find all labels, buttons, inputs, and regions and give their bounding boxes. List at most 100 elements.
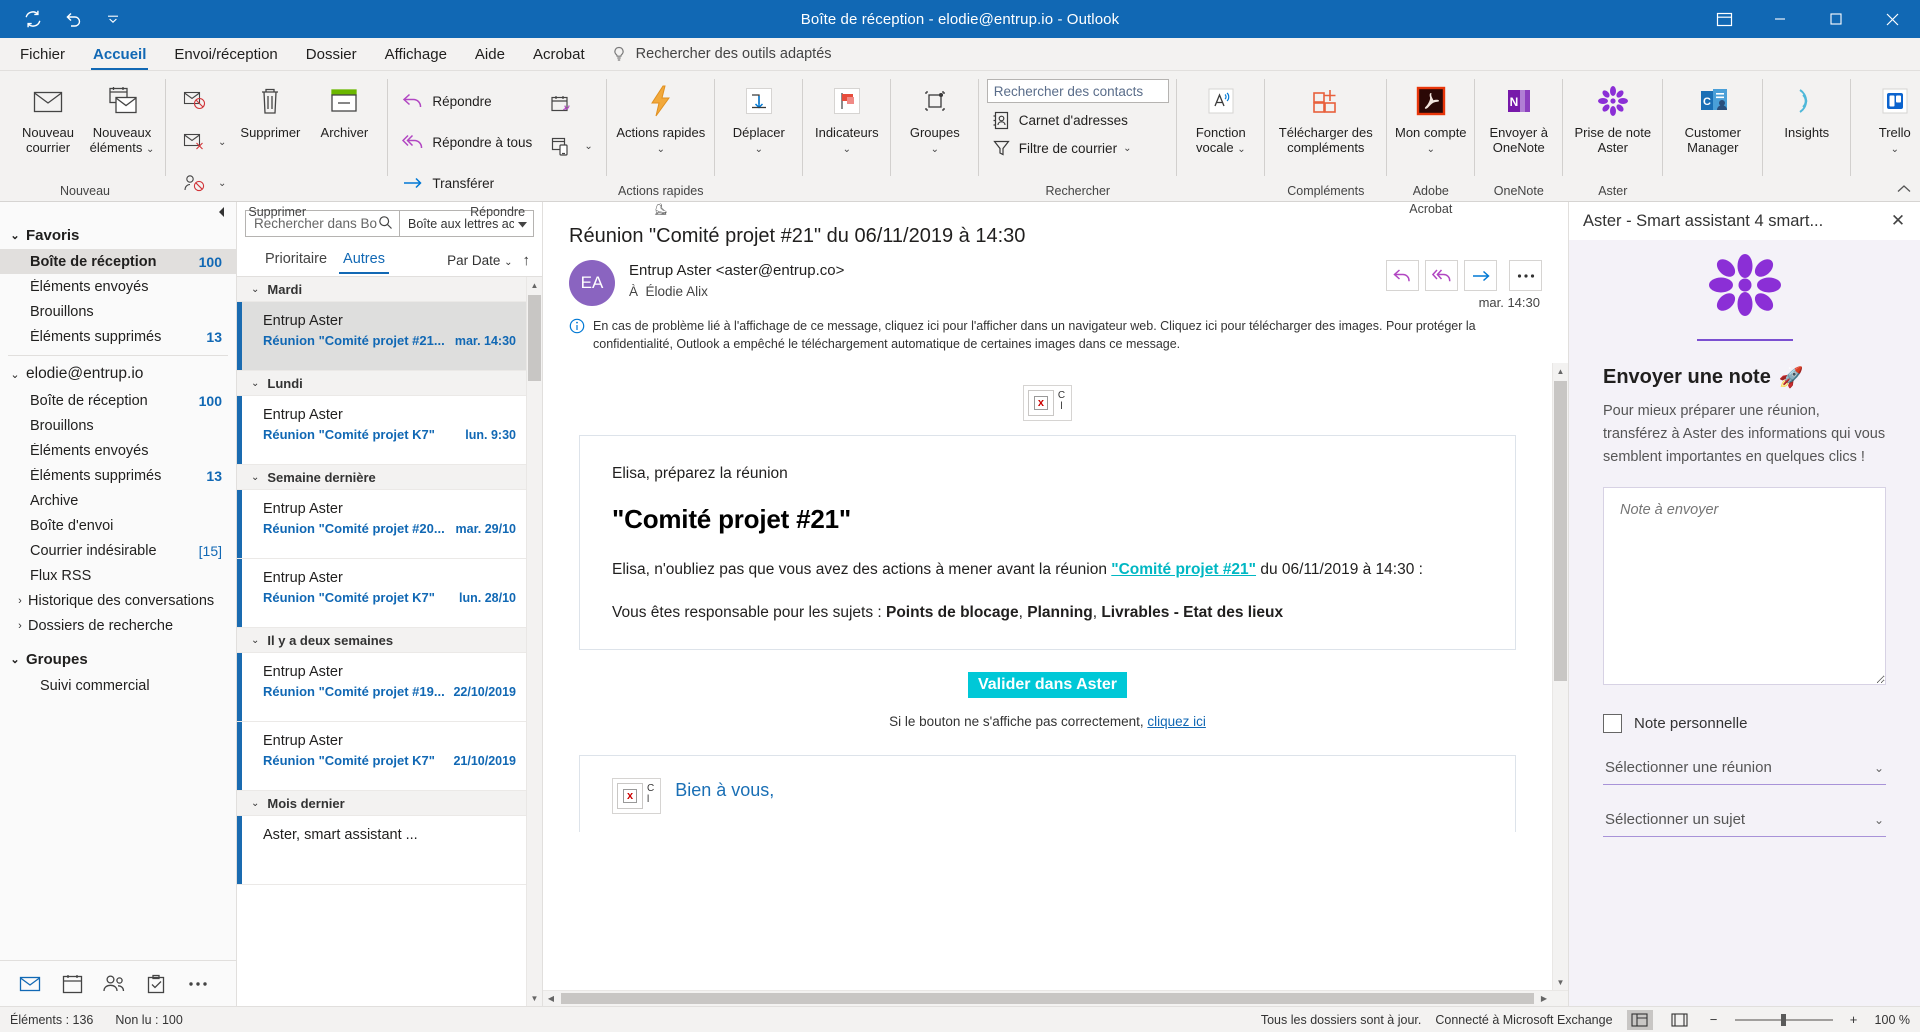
new-items-button[interactable]: Nouveaux éléments ⌄ — [86, 77, 158, 163]
archive-button[interactable]: Archiver — [308, 77, 380, 163]
collapse-ribbon-icon[interactable] — [1896, 182, 1912, 197]
calendar-nav-icon[interactable] — [54, 967, 90, 1001]
day-group-header[interactable]: ⌄ Mois dernier — [237, 791, 526, 816]
send-to-onenote-button[interactable]: N Envoyer à OneNote — [1483, 77, 1555, 163]
more-nav-icon[interactable] — [180, 967, 216, 1001]
message-item[interactable]: Entrup Aster Réunion "Comité projet #19.… — [237, 653, 526, 722]
undo-icon[interactable] — [56, 4, 90, 34]
tab-affichage[interactable]: Affichage — [371, 38, 461, 70]
folder-favoris-sent[interactable]: Éléments envoyés — [0, 274, 236, 299]
folder-account-rss[interactable]: Flux RSS — [0, 563, 236, 588]
restore-button[interactable] — [1808, 0, 1864, 38]
folder-account-sent[interactable]: Éléments envoyés — [0, 438, 236, 463]
normal-view-icon[interactable] — [1626, 1009, 1653, 1030]
info-bar[interactable]: En cas de problème lié à l'affichage de … — [543, 310, 1568, 363]
fallback-link[interactable]: cliquez ici — [1147, 714, 1206, 729]
personal-note-checkbox[interactable]: Note personnelle — [1603, 714, 1886, 733]
day-group-header[interactable]: ⌄ Lundi — [237, 371, 526, 396]
insights-button[interactable]: Insights — [1771, 77, 1843, 163]
message-list-scrollbar[interactable]: ▲ ▼ — [526, 277, 542, 1006]
reply-button[interactable]: Répondre — [396, 81, 538, 121]
scroll-right-icon[interactable]: ▶ — [1536, 991, 1552, 1007]
day-group-header[interactable]: ⌄ Semaine dernière — [237, 465, 526, 490]
message-item[interactable]: Entrup Aster Réunion "Comité projet K7" … — [237, 559, 526, 628]
select-meeting-dropdown[interactable]: Sélectionner une réunion ⌄ — [1603, 759, 1886, 785]
mail-filter-button[interactable]: Filtre de courrier ⌄ — [987, 135, 1138, 161]
sync-icon[interactable] — [16, 4, 50, 34]
forward-button[interactable] — [1464, 260, 1497, 291]
folder-account-archive[interactable]: Archive — [0, 488, 236, 513]
tasks-nav-icon[interactable] — [138, 967, 174, 1001]
scroll-down-icon[interactable]: ▼ — [527, 990, 542, 1006]
collapse-folder-pane-icon[interactable] — [0, 202, 236, 222]
delete-button[interactable]: Supprimer — [234, 77, 306, 163]
more-actions-button[interactable] — [1509, 260, 1542, 291]
close-button[interactable] — [1864, 0, 1920, 38]
ignore-button[interactable] — [174, 81, 232, 121]
day-group-header[interactable]: ⌄ Il y a deux semaines — [237, 628, 526, 653]
folder-account-conversation-history[interactable]: › Historique des conversations — [0, 588, 236, 613]
scroll-up-icon[interactable]: ▲ — [527, 277, 542, 293]
message-item[interactable]: Aster, smart assistant ... — [237, 816, 526, 885]
folder-favoris-deleted[interactable]: Éléments supprimés 13 — [0, 324, 236, 349]
zoom-in-button[interactable]: + — [1847, 1012, 1861, 1027]
folder-account-outbox[interactable]: Boîte d'envoi — [0, 513, 236, 538]
acrobat-account-button[interactable]: Mon compte ⌄ — [1395, 77, 1467, 163]
checkbox-box[interactable] — [1603, 714, 1622, 733]
speech-button[interactable]: Fonction vocale ⌄ — [1185, 77, 1257, 163]
aster-note-button[interactable]: Prise de note Aster — [1571, 77, 1655, 163]
get-addins-button[interactable]: Télécharger des compléments — [1273, 77, 1379, 163]
folder-group-groupes[interactable]: ⌄ Groupes — [0, 646, 236, 673]
folder-account-junk[interactable]: Courrier indésirable [15] — [0, 538, 236, 563]
scrollbar-thumb[interactable] — [528, 295, 541, 381]
sort-by-dropdown[interactable]: Par Date ⌄ — [447, 253, 512, 268]
reply-with-meeting-button[interactable] — [540, 85, 598, 125]
message-item[interactable]: Entrup Aster Réunion "Comité projet #20.… — [237, 490, 526, 559]
folder-group-suivi-commercial[interactable]: Suivi commercial — [0, 673, 236, 698]
groups-button[interactable]: Groupes ⌄ — [899, 77, 971, 163]
folder-favoris-drafts[interactable]: Brouillons — [0, 299, 236, 324]
more-respond-button[interactable]: ⌄ — [540, 126, 598, 166]
trello-button[interactable]: Trello ⌄ — [1859, 77, 1920, 163]
new-mail-button[interactable]: Nouveau courrier — [12, 77, 84, 163]
message-item[interactable]: Entrup Aster Réunion "Comité projet K7" … — [237, 396, 526, 465]
reading-pane-scrollbar[interactable]: ▲ ▼ — [1552, 363, 1568, 990]
people-nav-icon[interactable] — [96, 967, 132, 1001]
tab-aide[interactable]: Aide — [461, 38, 519, 70]
minimize-button[interactable] — [1752, 0, 1808, 38]
close-icon[interactable]: ✕ — [1884, 207, 1912, 235]
tab-envoi-reception[interactable]: Envoi/réception — [160, 38, 291, 70]
tell-me-search[interactable]: Rechercher des outils adaptés — [611, 38, 832, 70]
address-book-button[interactable]: Carnet d'adresses — [987, 107, 1134, 133]
tab-acrobat[interactable]: Acrobat — [519, 38, 599, 70]
customer-manager-button[interactable]: C Customer Manager — [1671, 77, 1755, 163]
zoom-slider-thumb[interactable] — [1780, 1013, 1786, 1026]
folder-group-account[interactable]: ⌄ elodie@entrup.io — [0, 360, 236, 388]
reply-button[interactable] — [1386, 260, 1419, 291]
dialog-launcher-icon[interactable]: ⛸ — [654, 204, 668, 216]
quick-steps-button[interactable]: Actions rapides ⌄ — [615, 77, 707, 163]
sort-ascending-icon[interactable]: ↑ — [523, 252, 535, 269]
zoom-level[interactable]: 100 % — [1875, 1013, 1910, 1027]
folder-account-drafts[interactable]: Brouillons — [0, 413, 236, 438]
tab-prioritaire[interactable]: Prioritaire — [257, 247, 335, 274]
block-sender-button[interactable]: ⌄ — [174, 163, 232, 203]
folder-group-favoris[interactable]: ⌄ Favoris — [0, 222, 236, 249]
ribbon-display-options-icon[interactable] — [1696, 0, 1752, 38]
flags-button[interactable]: Indicateurs ⌄ — [811, 77, 883, 163]
select-subject-dropdown[interactable]: Sélectionner un sujet ⌄ — [1603, 811, 1886, 837]
mail-nav-icon[interactable] — [12, 967, 48, 1001]
reading-pane-hscrollbar[interactable]: ◀ ▶ — [543, 990, 1568, 1006]
scroll-up-icon[interactable]: ▲ — [1553, 363, 1568, 379]
forward-button[interactable]: Transférer — [396, 163, 538, 203]
zoom-out-button[interactable]: − — [1707, 1012, 1721, 1027]
tab-autres[interactable]: Autres — [335, 247, 393, 274]
day-group-header[interactable]: ⌄ Mardi — [237, 277, 526, 302]
reply-all-button[interactable] — [1425, 260, 1458, 291]
folder-account-inbox[interactable]: Boîte de réception 100 — [0, 388, 236, 413]
junk-button[interactable]: ⌄ — [174, 122, 232, 162]
meeting-link[interactable]: "Comité projet #21" — [1111, 561, 1256, 578]
tab-accueil[interactable]: Accueil — [79, 38, 160, 70]
zoom-slider[interactable] — [1734, 1013, 1833, 1026]
scroll-down-icon[interactable]: ▼ — [1553, 974, 1568, 990]
